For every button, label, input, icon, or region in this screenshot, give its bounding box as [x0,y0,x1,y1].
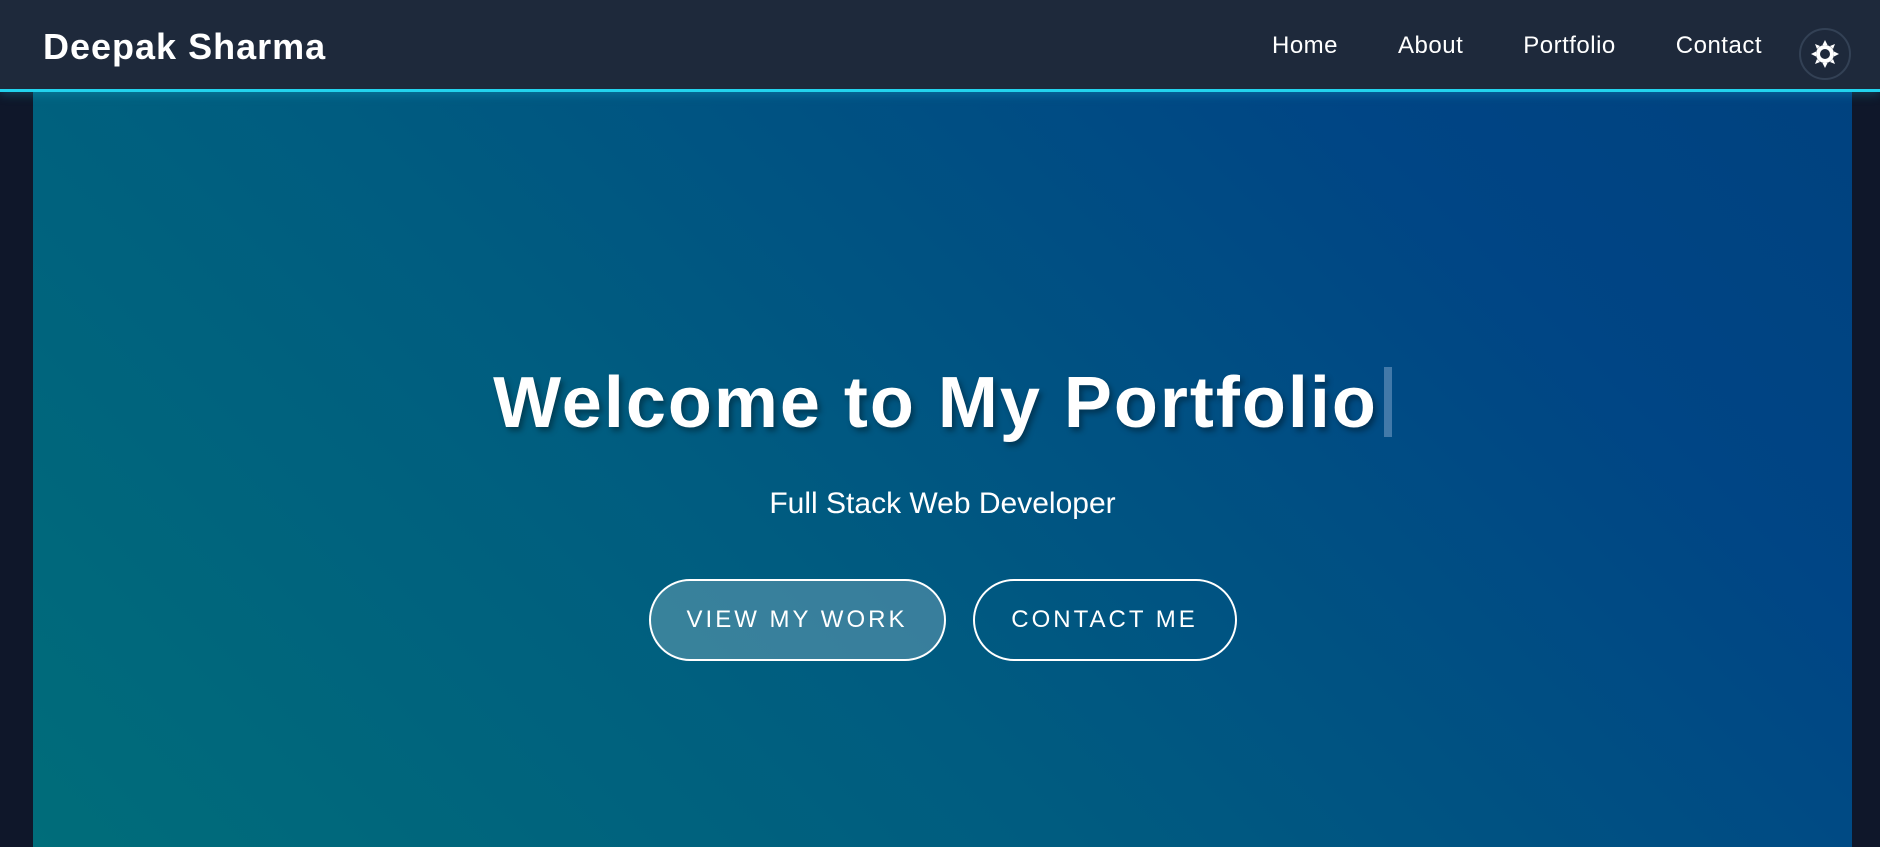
nav-links: Home About Portfolio Contact [1212,32,1762,60]
typing-cursor [1383,367,1392,437]
hero-title-text: Welcome to My Portfolio [493,363,1378,443]
hero-section: Welcome to My Portfolio Full Stack Web D… [33,92,1852,847]
theme-toggle-button[interactable] [1799,28,1851,80]
nav-portfolio-link[interactable]: Portfolio [1523,32,1616,60]
hero-title: Welcome to My Portfolio [33,362,1852,444]
contact-me-button[interactable]: CONTACT ME [972,579,1237,661]
nav-about-link[interactable]: About [1398,32,1463,60]
hero-subtitle: Full Stack Web Developer [769,487,1116,520]
sun-icon [1811,40,1839,68]
nav-contact-link[interactable]: Contact [1676,32,1762,60]
view-my-work-button[interactable]: VIEW MY WORK [648,579,946,661]
brand-name[interactable]: Deepak Sharma [43,26,326,68]
nav-home-link[interactable]: Home [1272,32,1338,60]
navbar: Deepak Sharma Home About Portfolio Conta… [0,0,1880,92]
hero-buttons: VIEW MY WORK CONTACT ME [33,579,1852,661]
